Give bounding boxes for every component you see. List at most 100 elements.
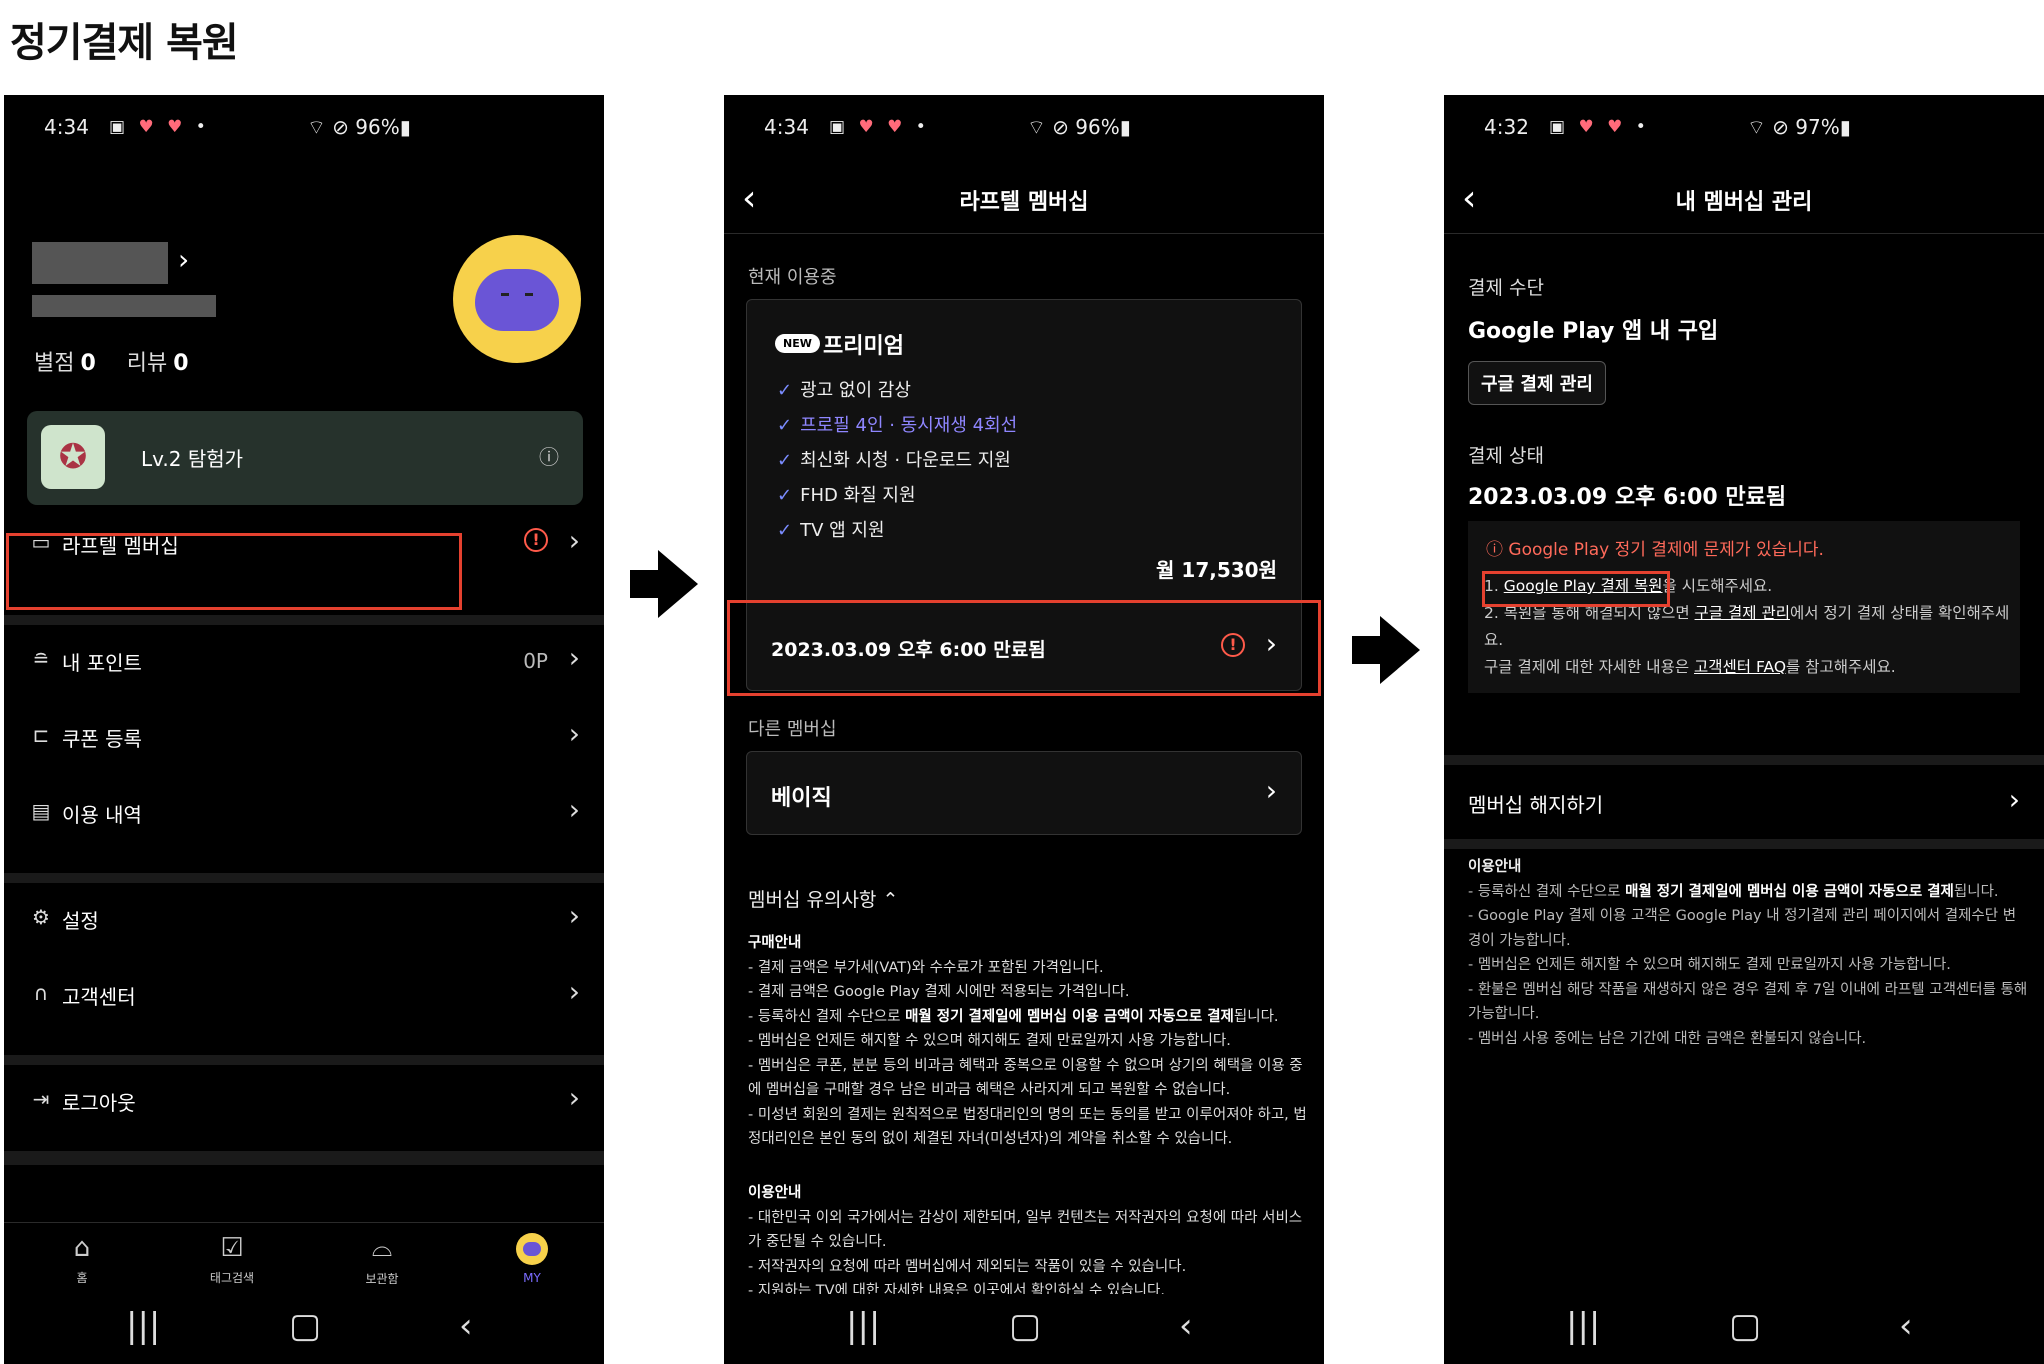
feature-item: ✓ TV 앱 지원 <box>777 516 885 542</box>
menu-label: 고객센터 <box>62 985 136 1009</box>
system-nav-bar: ||| ▢ ‹ <box>4 1294 604 1364</box>
feature-item: ✓ 최신화 시청 · 다운로드 지원 <box>777 446 1011 472</box>
notice-line: - 미성년 회원의 결제는 원칙적으로 법정대리인의 명의 또는 동의를 받고 … <box>748 1106 1307 1148</box>
level-card[interactable]: ✪ Lv.2 탐험가 ⓘ <box>27 411 583 505</box>
rating-value: 0 <box>80 351 96 376</box>
menu-label: 쿠폰 등록 <box>62 727 142 751</box>
info-icon[interactable]: ⓘ <box>539 441 559 470</box>
wifi-icon: ⌔ <box>1747 115 1766 139</box>
info-block: 이용안내 - 등록하신 결제 수단으로 매월 정기 결제일에 멤버십 이용 금액… <box>1468 855 2028 1051</box>
divider <box>4 873 604 883</box>
feature-text: 광고 없이 감상 <box>800 380 911 401</box>
status-label: 결제 상태 <box>1468 445 1544 467</box>
recent-apps-icon[interactable]: ||| <box>126 1306 160 1346</box>
divider <box>4 1151 604 1165</box>
tab-library[interactable]: ⌓ 보관함 <box>332 1233 432 1287</box>
nav-header: ‹ 라프텔 멤버십 <box>724 170 1324 234</box>
info-line: - Google Play 결제 이용 고객은 Google Play 내 정기… <box>1468 908 2017 949</box>
method-label: 결제 수단 <box>1468 277 1544 299</box>
battery-icon: ▮ <box>399 115 411 139</box>
notice-line: - 등록하신 결제 수단으로 매월 정기 결제일에 멤버십 이용 금액이 자동으… <box>748 1008 1279 1025</box>
menu-label: 로그아웃 <box>62 1091 136 1115</box>
chevron-right-icon: › <box>568 793 580 826</box>
tab-home[interactable]: ⌂ 홈 <box>32 1233 132 1286</box>
back-icon[interactable]: ‹ <box>1179 1306 1193 1346</box>
back-icon[interactable]: ‹ <box>1899 1306 1913 1346</box>
current-label: 현재 이용중 <box>748 267 837 288</box>
back-icon[interactable]: ‹ <box>459 1306 473 1346</box>
google-billing-manage-button[interactable]: 구글 결제 관리 <box>1468 361 1606 405</box>
plan-name: 프리미엄 <box>823 334 904 359</box>
divider <box>4 1055 604 1065</box>
feature-text: TV 앱 지원 <box>800 520 885 541</box>
review-label: 리뷰 <box>126 351 168 376</box>
battery-icon: ▮ <box>1839 115 1851 139</box>
coin-stack-icon: ≘ <box>32 647 50 671</box>
menu-label: 이용 내역 <box>62 803 142 827</box>
status-bar: 4:34 ▣ ♥ ♥ • ⌔ ⊘ 96%▮ <box>724 115 1324 145</box>
menu-item-points[interactable]: ≘ 내 포인트 0P › <box>4 625 604 695</box>
page-title: 정기결제 복원 <box>10 20 239 66</box>
home-button-icon[interactable]: ▢ <box>1729 1306 1761 1346</box>
arrow-right-icon <box>630 550 698 618</box>
warning-title: ⓘ Google Play 정기 결제에 문제가 있습니다. <box>1486 540 1824 560</box>
profile-chevron-icon[interactable]: › <box>178 243 189 276</box>
tab-my[interactable]: MY <box>482 1233 582 1285</box>
tab-tag-search[interactable]: ☑ 태그검색 <box>182 1233 282 1286</box>
notification-icons: ▣ ♥ ♥ • <box>109 117 210 137</box>
arrow-right-icon <box>1352 616 1420 684</box>
inbox-icon: ⌓ <box>371 1233 393 1263</box>
checkbox-icon: ☑ <box>220 1233 244 1263</box>
battery-text: 96% <box>1075 115 1120 139</box>
recent-apps-icon[interactable]: ||| <box>846 1306 880 1346</box>
home-icon: ⌂ <box>73 1233 91 1263</box>
basic-plan-card[interactable]: 베이직 › <box>746 751 1302 835</box>
screen-manage-membership: 4:32 ▣ ♥ ♥ • ⌔ ⊘ 97%▮ ‹ 내 멤버십 관리 결제 수단 G… <box>1444 95 2044 1364</box>
warning-line: 2. 복원을 통해 해결되지 않으면 구글 결제 관리에서 정기 결제 상태를 … <box>1484 604 2010 649</box>
menu-item-support[interactable]: ∩ 고객센터 › <box>4 959 604 1029</box>
screen-my-page: 4:34 ▣ ♥ ♥ • ⌔ ⊘ 96%▮ › 별점 0 리뷰 0 ✪ Lv.2 탐… <box>4 95 604 1364</box>
notice-toggle[interactable]: 멤버십 유의사항 ⌃ <box>748 885 898 912</box>
check-icon: ✓ <box>777 520 793 541</box>
system-nav-bar: ||| ▢ ‹ <box>724 1294 1324 1364</box>
status-time: 4:34 <box>44 115 89 139</box>
logout-icon: ⇥ <box>32 1087 50 1111</box>
info-line: - 환불은 멤버십 해당 작품을 재생하지 않은 경우 결제 후 7일 이내에 … <box>1468 981 2028 1023</box>
menu-item-settings[interactable]: ⚙ 설정 › <box>4 883 604 953</box>
chevron-right-icon: › <box>2008 783 2020 816</box>
screen-membership: 4:34 ▣ ♥ ♥ • ⌔ ⊘ 96%▮ ‹ 라프텔 멤버십 현재 이용중 N… <box>724 95 1324 1364</box>
menu-item-logout[interactable]: ⇥ 로그아웃 › <box>4 1065 604 1135</box>
chevron-right-icon: › <box>568 524 580 557</box>
menu-item-history[interactable]: ▤ 이용 내역 › <box>4 777 604 847</box>
alert-icon: ! <box>524 528 548 552</box>
chevron-right-icon: › <box>568 641 580 674</box>
feature-item: ✓ 프로필 4인 · 동시재생 4회선 <box>777 411 1017 437</box>
system-nav-bar: ||| ▢ ‹ <box>1444 1294 2044 1364</box>
cancel-label: 멤버십 해지하기 <box>1468 793 1604 817</box>
wifi-icon: ⌔ <box>307 115 326 139</box>
profile-email-blurred <box>32 295 216 317</box>
info-line: - 멤버십 사용 중에는 남은 기간에 대한 금액은 환불되지 않습니다. <box>1468 1030 1867 1047</box>
profile-name-blurred[interactable] <box>32 242 168 284</box>
battery-icon: ▮ <box>1119 115 1131 139</box>
menu-item-coupon[interactable]: ⊏ 쿠폰 등록 › <box>4 701 604 771</box>
header-title: 내 멤버십 관리 <box>1675 190 1813 215</box>
home-button-icon[interactable]: ▢ <box>1009 1306 1041 1346</box>
dnd-icon: ⊘ <box>1772 115 1789 139</box>
method-value: Google Play 앱 내 구입 <box>1468 319 1719 344</box>
purchase-notice: 구매안내 - 결제 금액은 부가세(VAT)와 수수료가 포함된 가격입니다. … <box>748 931 1308 1152</box>
avatar[interactable] <box>453 235 581 363</box>
billing-manage-link[interactable]: 구글 결제 관리 <box>1695 604 1790 622</box>
faq-link[interactable]: 고객센터 FAQ <box>1694 658 1786 676</box>
cancel-membership-row[interactable]: 멤버십 해지하기 › <box>1444 755 2044 849</box>
status-right: ⌔ ⊘ 97%▮ <box>1747 115 1851 140</box>
basic-plan-name: 베이직 <box>771 786 832 811</box>
dnd-icon: ⊘ <box>1052 115 1069 139</box>
purchase-heading: 구매안내 <box>748 935 802 951</box>
recent-apps-icon[interactable]: ||| <box>1566 1306 1600 1346</box>
home-button-icon[interactable]: ▢ <box>289 1306 321 1346</box>
check-icon: ✓ <box>777 415 793 436</box>
info-line: - 등록하신 결제 수단으로 매월 정기 결제일에 멤버십 이용 금액이 자동으… <box>1468 883 1999 900</box>
notice-line: - 대한민국 이외 국가에서는 감상이 제한되며, 일부 컨텐츠는 저작권자의 … <box>748 1209 1303 1251</box>
status-bar: 4:32 ▣ ♥ ♥ • ⌔ ⊘ 97%▮ <box>1444 115 2044 145</box>
